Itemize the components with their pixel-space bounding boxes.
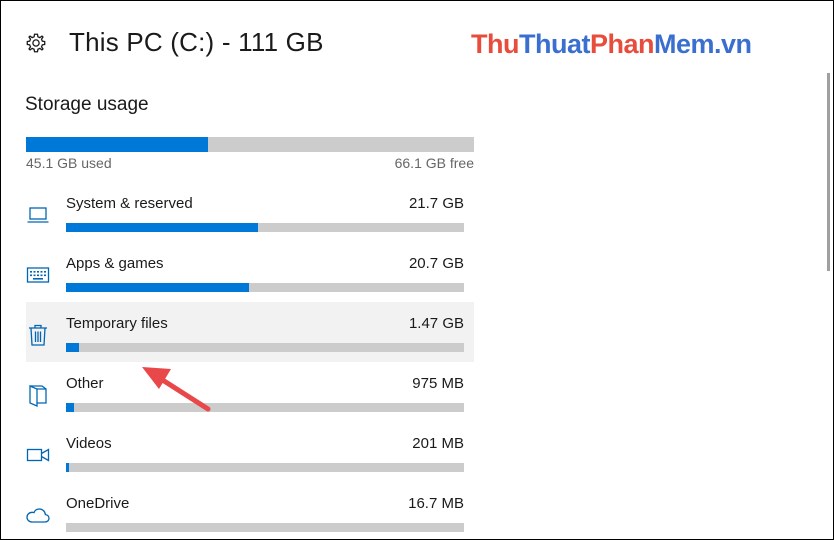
- category-usage-fill: [66, 343, 80, 352]
- category-usage-bar: [66, 223, 464, 232]
- video-camera-icon: [26, 448, 50, 462]
- category-name: Temporary files: [66, 315, 168, 332]
- laptop-icon: [27, 207, 49, 223]
- category-onedrive[interactable]: OneDrive 16.7 MB: [26, 482, 474, 539]
- folder-icon: [29, 385, 47, 407]
- settings-window: This PC (C:) - 111 GB ThuThuatPhanMem.vn…: [0, 0, 834, 540]
- category-temporary-files[interactable]: Temporary files 1.47 GB: [26, 302, 474, 362]
- category-name: Other: [66, 375, 104, 392]
- category-usage-bar: [66, 403, 464, 412]
- total-usage-bar: [26, 137, 474, 152]
- cloud-icon: [26, 508, 50, 523]
- category-size: 21.7 GB: [408, 195, 464, 212]
- category-name: System & reserved: [66, 195, 193, 212]
- category-size: 1.47 GB: [408, 315, 464, 332]
- storage-usage-heading: Storage usage: [25, 94, 149, 115]
- category-usage-bar: [66, 343, 464, 352]
- category-usage-bar: [66, 523, 464, 532]
- category-name: OneDrive: [66, 495, 130, 512]
- used-space-label: 45.1 GB used: [26, 155, 112, 171]
- category-size: 16.7 MB: [408, 495, 464, 512]
- category-apps-games[interactable]: Apps & games 20.7 GB: [26, 242, 474, 302]
- page-header: This PC (C:) - 111 GB: [25, 27, 324, 58]
- category-usage-bar: [66, 463, 464, 472]
- category-usage-fill: [66, 463, 69, 472]
- category-other[interactable]: Other 975 MB: [26, 362, 474, 422]
- category-videos[interactable]: Videos 201 MB: [26, 422, 474, 482]
- category-usage-fill: [66, 403, 74, 412]
- total-usage-fill: [26, 137, 208, 152]
- category-usage-fill: [66, 283, 250, 292]
- vertical-scrollbar[interactable]: [827, 73, 830, 271]
- watermark-logo: ThuThuatPhanMem.vn: [471, 29, 752, 59]
- keyboard-icon: [26, 267, 50, 283]
- free-space-label: 66.1 GB free: [394, 155, 474, 171]
- trash-icon: [29, 324, 47, 346]
- category-size: 20.7 GB: [408, 255, 464, 272]
- category-name: Apps & games: [66, 255, 164, 272]
- category-name: Videos: [66, 435, 112, 452]
- category-usage-fill: [66, 223, 258, 232]
- category-usage-bar: [66, 283, 464, 292]
- gear-icon: [26, 33, 46, 52]
- storage-category-list: System & reserved 21.7 GB Apps & games 2…: [26, 182, 474, 539]
- category-size: 201 MB: [412, 435, 464, 452]
- page-title: This PC (C:) - 111 GB: [69, 27, 324, 57]
- category-size: 975 MB: [412, 375, 464, 392]
- category-system-reserved[interactable]: System & reserved 21.7 GB: [26, 182, 474, 242]
